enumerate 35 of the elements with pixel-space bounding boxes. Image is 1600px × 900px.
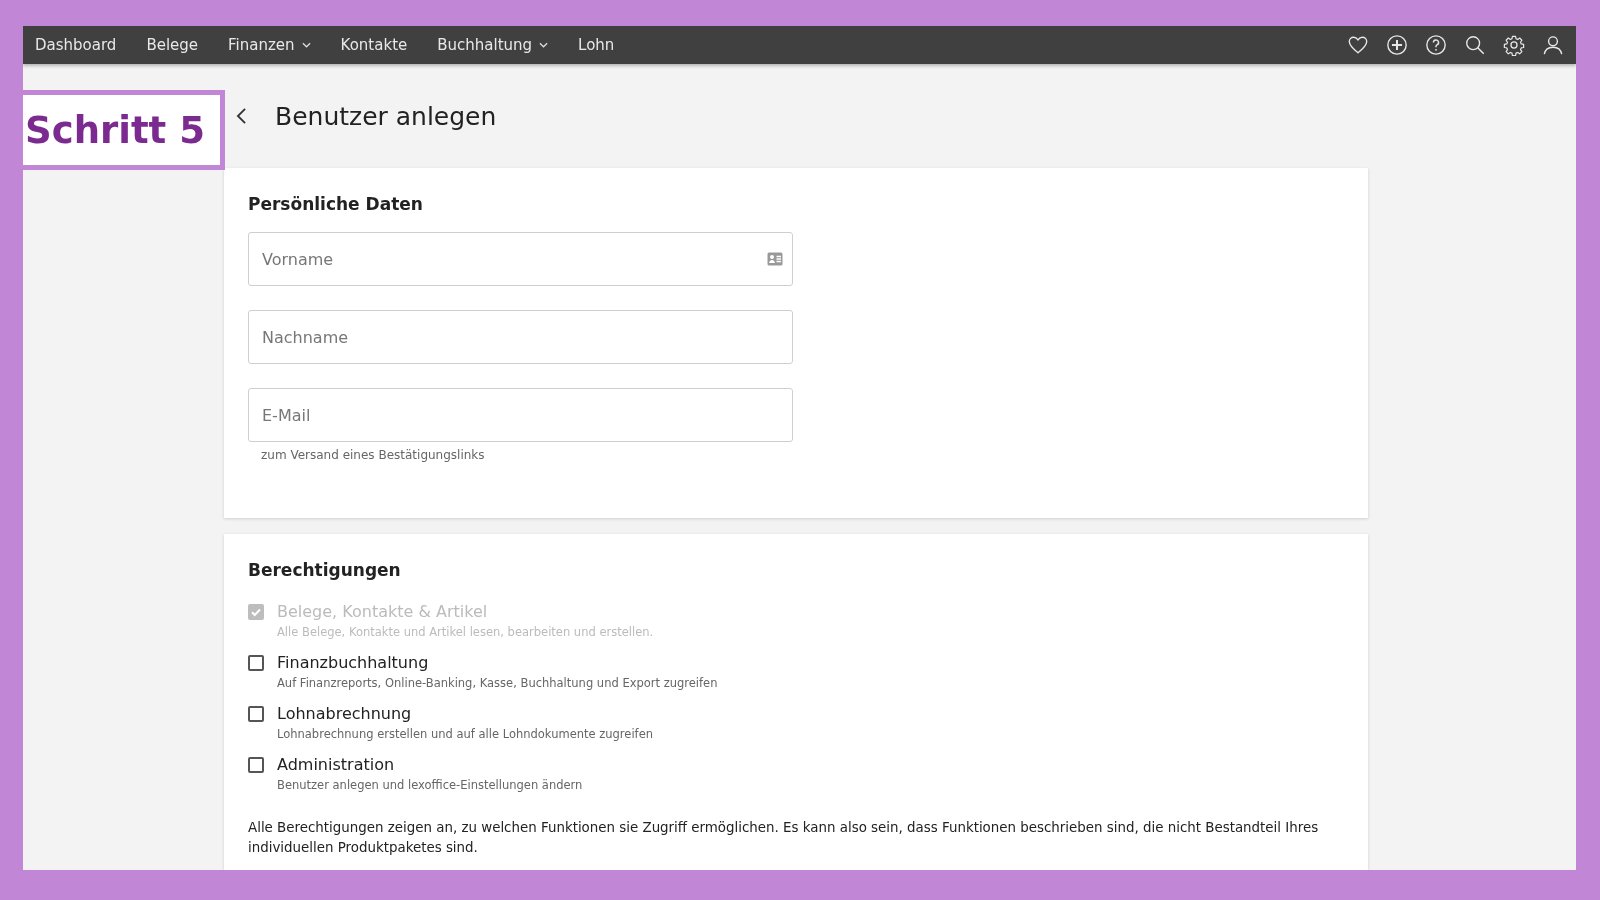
checkbox[interactable]: [248, 757, 264, 773]
heart-icon[interactable]: [1347, 34, 1369, 56]
permission-label: Administration: [277, 755, 396, 774]
nav-menu-item[interactable]: Kontakte: [340, 36, 408, 54]
permission-description: Benutzer anlegen und lexoffice-Einstellungen ändern: [277, 778, 583, 792]
permission-description: Alle Belege, Kontakte und Artikel lesen, bearbeiten und erstellen.: [277, 625, 654, 639]
nav-menu-item[interactable]: Dashboard: [35, 36, 117, 54]
page-title: Benutzer anlegen: [275, 101, 497, 131]
field-hint: zum Versand eines Bestätigungslinks: [261, 448, 486, 462]
input-field[interactable]: Vorname: [248, 232, 793, 286]
nav-menu-item[interactable]: Lohn: [578, 36, 615, 54]
permission-label: Finanzbuchhaltung: [277, 653, 430, 672]
permission-label: Belege, Kontakte & Artikel: [277, 602, 489, 621]
permissions-note: Alle Berechtigungen zeigen an, zu welchen Funktionen sie Zugriff ermöglichen. Es kann also sein, dass Funktionen beschrieben sind, die nicht Bestandteil Ihres individuellen Produktpaketes sind.: [248, 819, 1320, 857]
checkbox[interactable]: [248, 706, 264, 722]
search-icon[interactable]: [1464, 34, 1486, 56]
permission-label: Lohnabrechnung: [277, 704, 413, 723]
permission-description: Auf Finanzreports, Online-Banking, Kasse, Buchhaltung und Export zugreifen: [277, 676, 718, 690]
user-icon[interactable]: [1542, 34, 1564, 56]
permission-description: Lohnabrechnung erstellen und auf alle Lohndokumente zugreifen: [277, 727, 653, 741]
nav-menu-item[interactable]: Belege: [146, 36, 199, 54]
settings-icon[interactable]: [1503, 34, 1525, 56]
nav-menu-item[interactable]: Finanzen: [228, 36, 311, 54]
chevron-down-icon: [539, 42, 549, 48]
checkbox[interactable]: [248, 655, 264, 671]
section-heading: Berechtigungen: [248, 560, 402, 580]
chevron-down-icon: [301, 42, 311, 48]
step-badge: Schritt 5: [23, 90, 225, 170]
nav-menu-item[interactable]: Buchhaltung: [437, 36, 549, 54]
section-heading: Persönliche Daten: [248, 194, 424, 214]
plus-icon[interactable]: [1386, 34, 1408, 56]
checkmark-icon: [250, 606, 262, 618]
input-field[interactable]: E-Mail: [248, 388, 793, 442]
help-icon[interactable]: [1425, 34, 1447, 56]
input-field[interactable]: Nachname: [248, 310, 793, 364]
